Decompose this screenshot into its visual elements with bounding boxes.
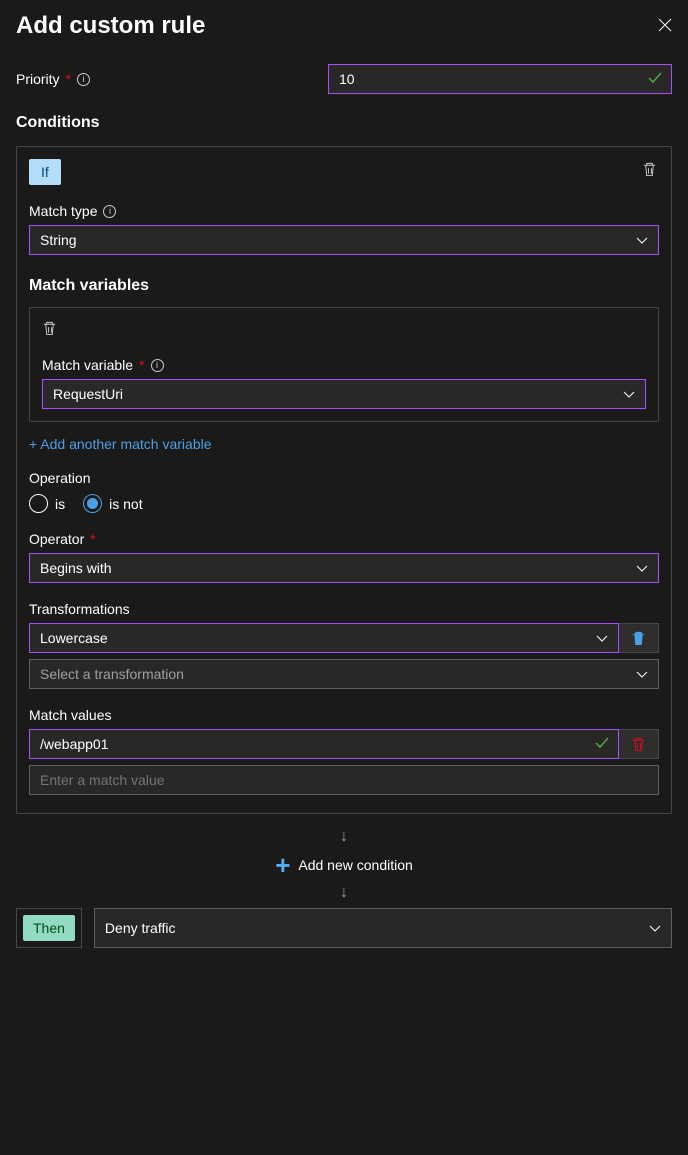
match-values-label: Match values — [29, 707, 111, 723]
close-button[interactable] — [658, 18, 672, 35]
operator-label: Operator — [29, 531, 84, 547]
info-icon[interactable]: i — [77, 73, 90, 86]
then-action-select[interactable]: Deny traffic — [94, 908, 672, 948]
operation-label: Operation — [29, 470, 90, 486]
chevron-down-icon — [636, 560, 648, 576]
add-condition-button[interactable]: + Add new condition — [16, 852, 672, 878]
then-action-value: Deny traffic — [105, 920, 176, 936]
required-marker: * — [90, 531, 95, 547]
arrow-down-icon: ↓ — [16, 884, 672, 902]
transformations-label: Transformations — [29, 601, 130, 617]
chevron-down-icon — [636, 666, 648, 682]
isnot-label: is not — [109, 496, 142, 512]
info-icon[interactable]: i — [103, 205, 116, 218]
required-marker: * — [139, 357, 144, 373]
add-condition-label: Add new condition — [298, 857, 412, 873]
add-match-variable-link[interactable]: + Add another match variable — [29, 436, 212, 452]
delete-condition-button[interactable] — [642, 161, 657, 180]
match-value-placeholder-input[interactable] — [29, 765, 659, 795]
transformation-value: Lowercase — [40, 630, 108, 646]
then-badge: Then — [23, 915, 75, 941]
match-type-select[interactable]: String — [29, 225, 659, 255]
match-value-input[interactable] — [29, 729, 619, 759]
match-variable-select[interactable]: RequestUri — [42, 379, 646, 409]
match-variable-label: Match variable — [42, 357, 133, 373]
delete-transformation-button[interactable] — [619, 623, 659, 653]
page-title: Add custom rule — [16, 12, 205, 40]
is-label: is — [55, 496, 65, 512]
delete-match-value-button[interactable] — [619, 729, 659, 759]
chevron-down-icon — [623, 386, 635, 402]
chevron-down-icon — [596, 630, 608, 646]
match-type-value: String — [40, 232, 77, 248]
operation-is-radio[interactable]: is — [29, 494, 65, 513]
match-variable-value: RequestUri — [53, 386, 123, 402]
info-icon[interactable]: i — [151, 359, 164, 372]
check-icon — [648, 71, 662, 87]
transformation-placeholder: Select a transformation — [40, 666, 184, 682]
chevron-down-icon — [649, 920, 661, 936]
operator-value: Begins with — [40, 560, 112, 576]
plus-icon: + — [275, 852, 290, 878]
conditions-header: Conditions — [16, 114, 672, 132]
required-marker: * — [66, 71, 71, 87]
operation-isnot-radio[interactable]: is not — [83, 494, 142, 513]
check-icon — [595, 736, 609, 752]
chevron-down-icon — [636, 232, 648, 248]
transformation-select[interactable]: Lowercase — [29, 623, 619, 653]
operator-select[interactable]: Begins with — [29, 553, 659, 583]
arrow-down-icon: ↓ — [16, 828, 672, 846]
priority-label: Priority — [16, 71, 60, 87]
then-badge-container: Then — [16, 908, 82, 948]
match-variable-block: Match variable * i RequestUri — [29, 307, 659, 422]
transformation-placeholder-select[interactable]: Select a transformation — [29, 659, 659, 689]
delete-variable-button[interactable] — [42, 323, 57, 339]
match-type-label: Match type — [29, 203, 97, 219]
if-badge: If — [29, 159, 61, 185]
priority-input[interactable] — [328, 64, 672, 94]
condition-panel: If Match type i String Match variables M… — [16, 146, 672, 814]
match-variables-header: Match variables — [29, 277, 659, 295]
